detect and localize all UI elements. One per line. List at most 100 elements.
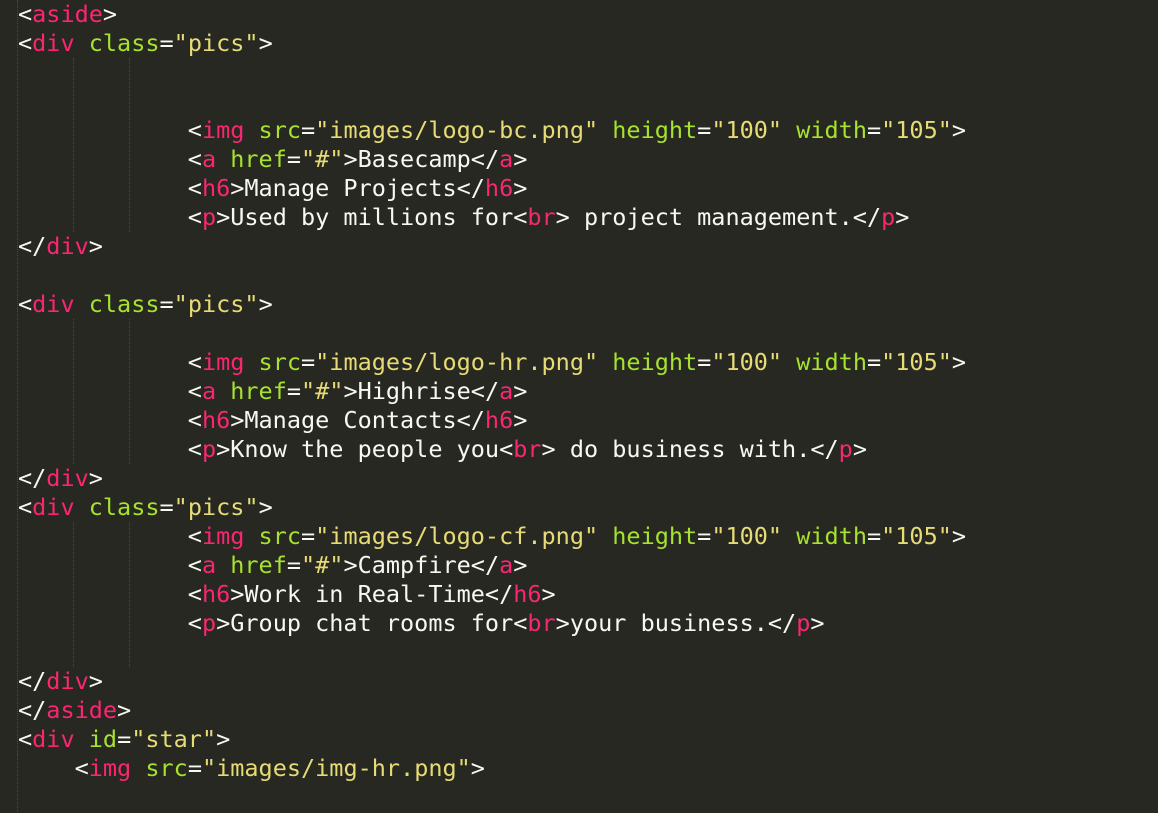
code-token: Manage Contacts [244, 406, 457, 434]
code-token: height [612, 116, 698, 144]
code-token: </ [484, 580, 514, 608]
code-line[interactable]: <div class="pics"> [18, 493, 273, 522]
code-token: "pics" [173, 29, 259, 57]
code-token: > [513, 406, 528, 434]
code-token: </ [456, 174, 485, 202]
code-line[interactable]: <p>Group chat rooms for<br>your business… [18, 609, 825, 638]
code-token: height [612, 348, 698, 376]
code-token: a [499, 145, 514, 173]
code-token: class [88, 29, 160, 57]
code-token: </ [470, 551, 500, 579]
code-line[interactable]: <a href="#">Highrise</a> [18, 377, 528, 406]
code-token: < [18, 725, 33, 753]
code-token: "105" [881, 116, 952, 144]
code-token: width [796, 522, 867, 550]
code-line[interactable]: <img src="images/logo-hr.png" height="10… [18, 348, 966, 377]
code-token: Campfire [357, 551, 471, 579]
code-line[interactable]: <p>Know the people you<br> do business w… [18, 435, 867, 464]
code-line[interactable]: </div> [18, 464, 103, 493]
code-token: < [187, 406, 202, 434]
code-token: > [88, 464, 103, 492]
code-token: > [541, 580, 556, 608]
code-line[interactable]: <a href="#">Basecamp</a> [18, 145, 528, 174]
code-token: > [230, 580, 245, 608]
code-token: h6 [484, 406, 514, 434]
code-line[interactable]: <h6>Manage Projects</h6> [18, 174, 528, 203]
code-token: < [187, 174, 202, 202]
code-token: div [32, 493, 75, 521]
code-line[interactable]: <div class="pics"> [18, 29, 273, 58]
code-token: = [697, 116, 712, 144]
code-token: = [697, 348, 712, 376]
code-line[interactable]: </aside> [18, 696, 131, 725]
code-line[interactable]: <h6>Work in Real-Time</h6> [18, 580, 556, 609]
code-token: > [216, 203, 231, 231]
code-line[interactable]: <div class="pics"> [18, 290, 273, 319]
code-token: p [201, 609, 217, 637]
code-line[interactable]: <p>Used by millions for<br> project mana… [18, 203, 910, 232]
code-line[interactable]: <img src="images/img-hr.png"> [18, 754, 485, 783]
code-token: </ [18, 232, 47, 260]
code-line[interactable]: <img src="images/logo-cf.png" height="10… [18, 522, 966, 551]
code-token: > [810, 609, 825, 637]
code-token: > [343, 377, 358, 405]
code-token: > [513, 174, 528, 202]
code-token: width [796, 348, 867, 376]
code-token: div [46, 232, 89, 260]
code-token: "#" [301, 377, 344, 405]
code-token: < [18, 29, 33, 57]
code-line[interactable]: <img src="images/logo-bc.png" height="10… [18, 116, 966, 145]
code-token: div [46, 464, 89, 492]
code-token: > [117, 696, 132, 724]
code-token: h6 [201, 406, 231, 434]
code-token: < [18, 493, 33, 521]
code-line[interactable]: <aside> [18, 0, 117, 29]
code-token: < [187, 348, 202, 376]
code-line[interactable]: </div> [18, 232, 103, 261]
code-token: > [343, 551, 358, 579]
code-token: = [866, 522, 882, 550]
code-line[interactable]: <a href="#">Campfire</a> [18, 551, 528, 580]
code-token: = [866, 348, 882, 376]
code-token: do business with. [555, 435, 811, 463]
code-token: = [159, 29, 174, 57]
code-token: img [201, 116, 245, 144]
code-token: br [513, 435, 542, 463]
code-token: Manage Projects [244, 174, 457, 202]
code-line[interactable]: <div id="star"> [18, 725, 230, 754]
code-token: < [187, 435, 202, 463]
code-token: = [159, 493, 174, 521]
code-token: > [230, 406, 245, 434]
code-token: h6 [201, 174, 231, 202]
code-token: </ [18, 464, 47, 492]
code-line[interactable]: <h6>Manage Contacts</h6> [18, 406, 528, 435]
code-token: img [88, 754, 132, 782]
code-token: > [102, 0, 118, 28]
code-token: img [201, 348, 245, 376]
code-token: "100" [711, 522, 783, 550]
code-token: = [866, 116, 882, 144]
code-token: > [343, 145, 358, 173]
code-token: a [201, 551, 217, 579]
code-line[interactable]: </div> [18, 667, 103, 696]
code-token: = [697, 522, 712, 550]
code-token: </ [470, 145, 500, 173]
code-editor[interactable]: <aside> <div class="pics"> <img src="imag… [0, 0, 1158, 813]
code-token: aside [32, 0, 103, 28]
